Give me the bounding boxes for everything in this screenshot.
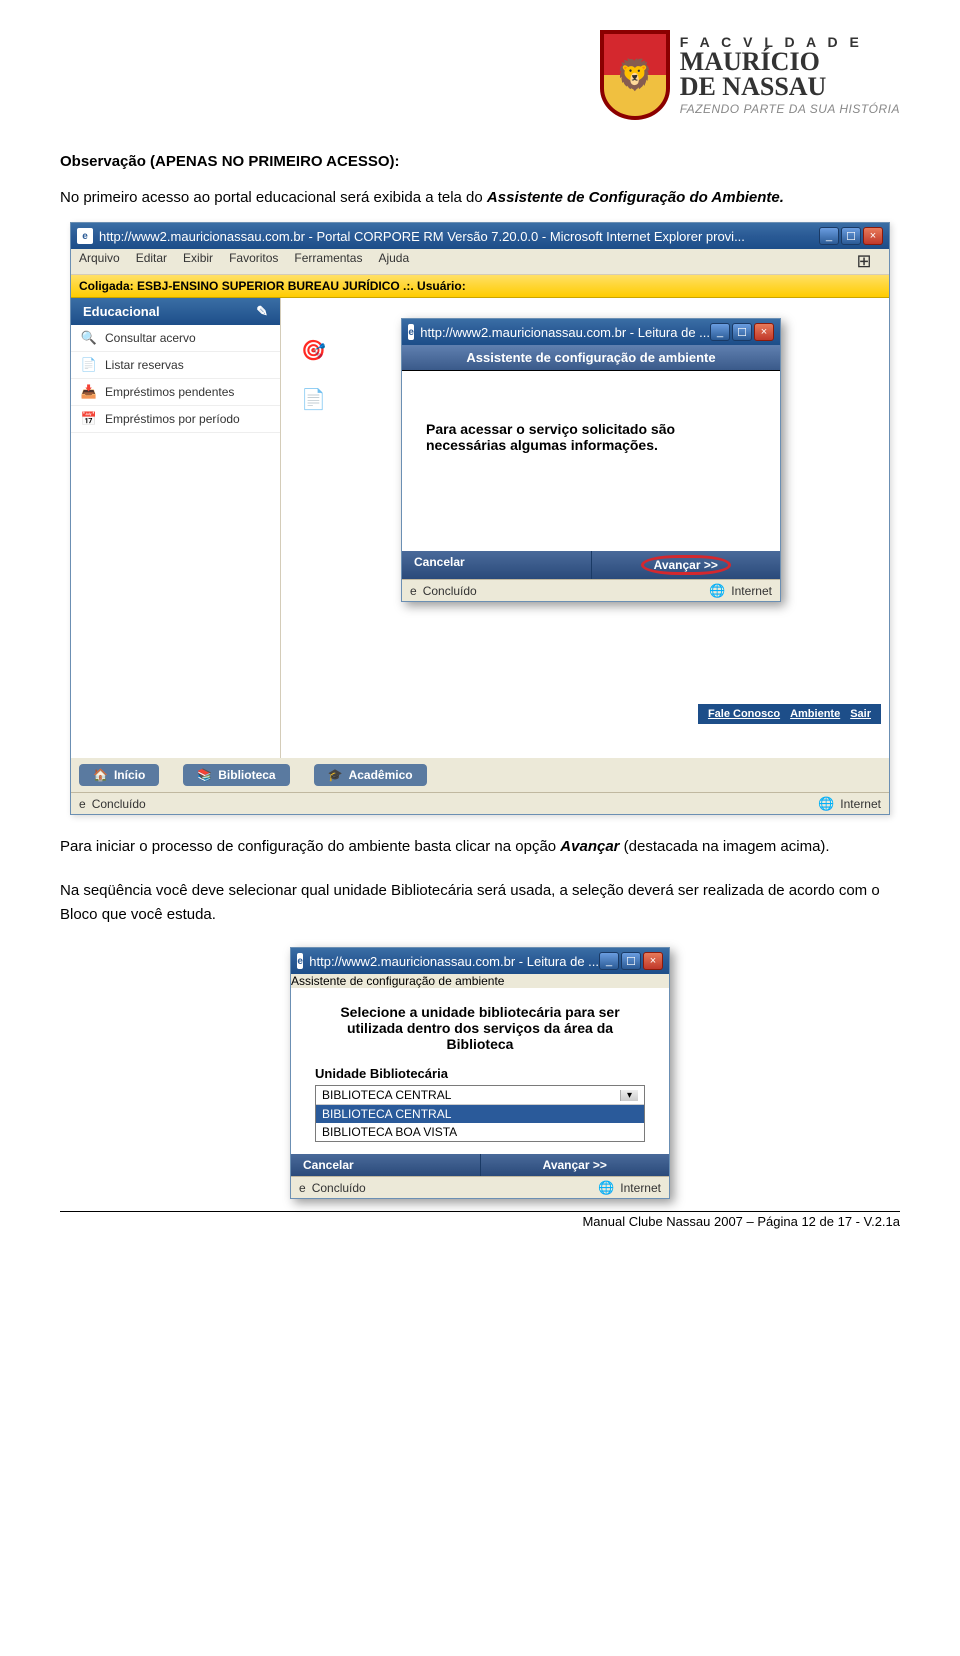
popup2-next-button[interactable]: Avançar >> — [481, 1154, 670, 1176]
intro-heading: Observação (APENAS NO PRIMEIRO ACESSO): — [60, 150, 900, 174]
window-title: http://www2.mauricionassau.com.br - Port… — [99, 229, 745, 244]
link-ambiente[interactable]: Ambiente — [790, 708, 840, 720]
content-area: 🎯 📄 e http://www2.mauricionassau.com.br … — [281, 298, 889, 758]
logo-block: 🦁 F A C V L D A D E MAURÍCIO DE NASSAU F… — [600, 30, 900, 120]
popup-status-left: Concluído — [423, 584, 477, 598]
dropdown-option-2[interactable]: BIBLIOTECA BOA VISTA — [316, 1123, 644, 1141]
minimize-button[interactable]: _ — [819, 227, 839, 245]
logo-header: 🦁 F A C V L D A D E MAURÍCIO DE NASSAU F… — [60, 30, 900, 120]
titlebar: e http://www2.mauricionassau.com.br - Po… — [71, 223, 889, 249]
logo-main2: DE NASSAU — [680, 75, 900, 100]
shield-logo-icon: 🦁 — [600, 30, 670, 120]
maximize-button[interactable]: ☐ — [841, 227, 861, 245]
menu-ferramentas[interactable]: Ferramentas — [294, 251, 362, 272]
mid-paragraph-2: Na seqüência você deve selecionar qual u… — [60, 879, 900, 927]
ie-icon: e — [410, 584, 417, 598]
ie-icon: e — [79, 797, 86, 811]
sidebar-item-emprestimos-pendentes[interactable]: 📥 Empréstimos pendentes — [71, 379, 280, 406]
globe-icon: 🌐 — [598, 1180, 614, 1196]
popup2-status-left: Concluído — [312, 1181, 366, 1195]
sidebar: Educacional ✎ 🔍 Consultar acervo 📄 Lista… — [71, 298, 281, 758]
book-icon: 📚 — [197, 768, 212, 782]
logo-tagline: FAZENDO PARTE DA SUA HISTÓRIA — [680, 102, 900, 116]
sidebar-item-listar-reservas[interactable]: 📄 Listar reservas — [71, 352, 280, 379]
popup2-cancel-button[interactable]: Cancelar — [291, 1154, 481, 1176]
unit-dropdown[interactable]: BIBLIOTECA CENTRAL ▾ BIBLIOTECA CENTRAL … — [315, 1085, 645, 1142]
globe-icon: 🌐 — [709, 583, 725, 599]
main-area: Educacional ✎ 🔍 Consultar acervo 📄 Lista… — [71, 298, 889, 758]
link-sair[interactable]: Sair — [850, 708, 871, 720]
popup2-field-label: Unidade Bibliotecária — [315, 1066, 645, 1081]
academic-icon: 🎓 — [328, 768, 343, 782]
popup2-window: e http://www2.mauricionassau.com.br - Le… — [290, 947, 670, 1199]
popup2-titlebar: e http://www2.mauricionassau.com.br - Le… — [291, 948, 669, 974]
browser-status-right: Internet — [840, 797, 881, 811]
popup2-maximize-button[interactable]: ☐ — [621, 952, 641, 970]
page-footer: Manual Clube Nassau 2007 – Página 12 de … — [60, 1211, 900, 1229]
bottom-tab-bar: 🏠 Início 📚 Biblioteca 🎓 Acadêmico — [71, 758, 889, 792]
popup2-title: http://www2.mauricionassau.com.br - Leit… — [309, 954, 599, 969]
menu-exibir[interactable]: Exibir — [183, 251, 213, 272]
popup2-minimize-button[interactable]: _ — [599, 952, 619, 970]
right-links-bar: Fale Conosco Ambiente Sair — [698, 704, 881, 724]
search-icon: 🔍 — [81, 330, 97, 346]
globe-icon: 🌐 — [818, 796, 834, 812]
ie-icon: e — [297, 953, 303, 969]
intro-paragraph-1: No primeiro acesso ao portal educacional… — [60, 186, 900, 210]
menubar: Arquivo Editar Exibir Favoritos Ferramen… — [71, 249, 889, 275]
pencil-icon: ✎ — [256, 303, 268, 320]
tab-inicio[interactable]: 🏠 Início — [79, 764, 159, 786]
menu-favoritos[interactable]: Favoritos — [229, 251, 278, 272]
ie-icon: e — [299, 1181, 306, 1195]
popup2-close-button[interactable]: × — [643, 952, 663, 970]
tab-academico[interactable]: 🎓 Acadêmico — [314, 764, 427, 786]
browser-status-left: Concluído — [92, 797, 146, 811]
highlight-circle: Avançar >> — [641, 555, 731, 575]
popup-config-window: e http://www2.mauricionassau.com.br - Le… — [401, 318, 781, 602]
popup2-heading: Assistente de configuração de ambiente — [291, 974, 669, 988]
popup-close-button[interactable]: × — [754, 323, 774, 341]
popup2-message: Selecione a unidade bibliotecária para s… — [315, 1004, 645, 1052]
popup-cancel-button[interactable]: Cancelar — [402, 551, 592, 579]
mid-paragraph-1: Para iniciar o processo de configuração … — [60, 835, 900, 859]
menu-arquivo[interactable]: Arquivo — [79, 251, 120, 272]
popup-maximize-button[interactable]: ☐ — [732, 323, 752, 341]
browser-window: e http://www2.mauricionassau.com.br - Po… — [70, 222, 890, 815]
chevron-down-icon[interactable]: ▾ — [620, 1090, 638, 1101]
menu-editar[interactable]: Editar — [136, 251, 167, 272]
popup2-status-right: Internet — [620, 1181, 661, 1195]
close-button[interactable]: × — [863, 227, 883, 245]
sidebar-item-consultar-acervo[interactable]: 🔍 Consultar acervo — [71, 325, 280, 352]
sidebar-header[interactable]: Educacional ✎ — [71, 298, 280, 325]
link-fale-conosco[interactable]: Fale Conosco — [708, 708, 780, 720]
tab-biblioteca[interactable]: 📚 Biblioteca — [183, 764, 289, 786]
popup-next-button[interactable]: Avançar >> — [592, 551, 781, 579]
ie-icon: e — [77, 228, 93, 244]
dropdown-selected: BIBLIOTECA CENTRAL — [322, 1088, 451, 1102]
footer-text: Manual Clube Nassau 2007 – Página 12 de … — [60, 1214, 900, 1229]
list-icon: 📄 — [81, 357, 97, 373]
popup-body-text: Para acessar o serviço solicitado são ne… — [402, 371, 780, 551]
popup-heading: Assistente de configuração de ambiente — [402, 345, 780, 371]
sidebar-item-emprestimos-periodo[interactable]: 📅 Empréstimos por período — [71, 406, 280, 433]
coligada-bar: Coligada: ESBJ-ENSINO SUPERIOR BUREAU JU… — [71, 275, 889, 298]
popup-minimize-button[interactable]: _ — [710, 323, 730, 341]
menu-ajuda[interactable]: Ajuda — [378, 251, 409, 272]
popup-status-right: Internet — [731, 584, 772, 598]
dropdown-option-1[interactable]: BIBLIOTECA CENTRAL — [316, 1105, 644, 1123]
calendar-icon: 📅 — [81, 411, 97, 427]
home-icon: 🏠 — [93, 768, 108, 782]
inbox-icon: 📥 — [81, 384, 97, 400]
popup-titlebar: e http://www2.mauricionassau.com.br - Le… — [402, 319, 780, 345]
popup-title: http://www2.mauricionassau.com.br - Leit… — [420, 325, 710, 340]
windows-flag-icon: ⊞ — [847, 251, 881, 272]
ie-icon: e — [408, 324, 414, 340]
